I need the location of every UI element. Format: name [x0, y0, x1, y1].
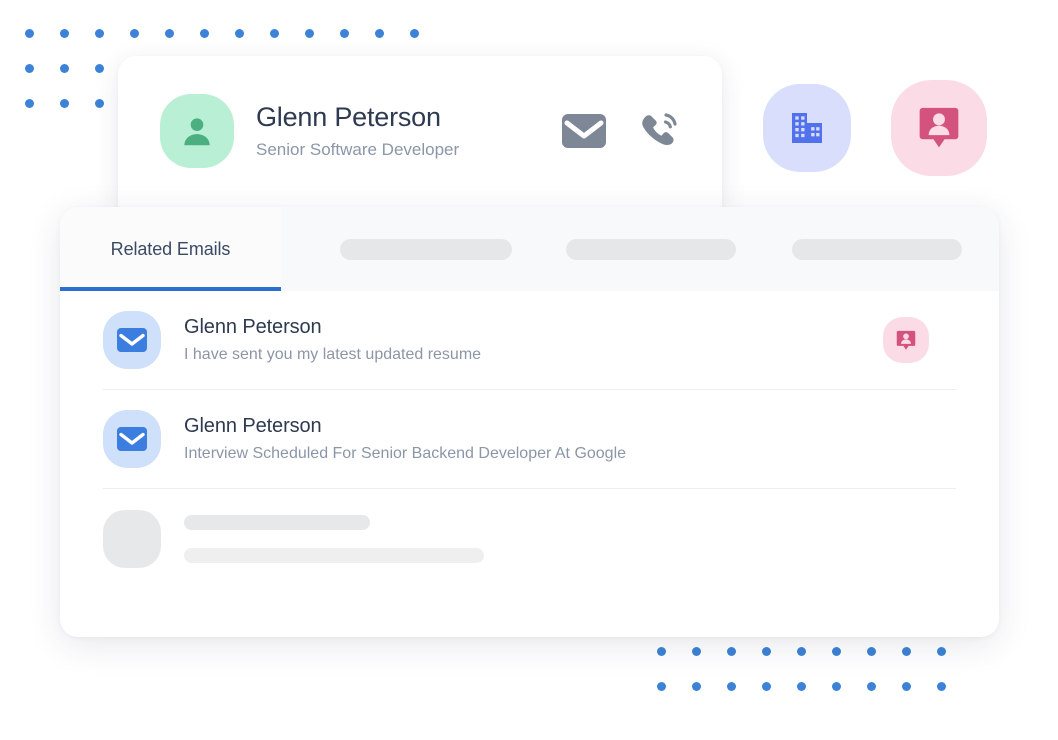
placeholder-text-block: [184, 514, 484, 563]
decorative-dot: [60, 64, 69, 73]
envelope-icon: [117, 427, 147, 451]
decorative-dot: [235, 29, 244, 38]
contact-name: Glenn Peterson: [256, 101, 441, 132]
decorative-dot: [657, 682, 666, 691]
person-icon: [184, 118, 210, 146]
decorative-dot: [727, 682, 736, 691]
placeholder-avatar: [103, 509, 161, 568]
tab-active-underline: [60, 287, 281, 291]
email-subject: I have sent you my latest updated resume: [184, 346, 482, 364]
decorative-dot: [762, 647, 771, 656]
contact-card-icon: [896, 330, 916, 350]
contact-job-title: Senior Software Developer: [256, 140, 460, 160]
email-text-block: Glenn Peterson I have sent you my latest…: [184, 314, 883, 366]
decorative-dot: [270, 29, 279, 38]
decorative-dot: [657, 647, 666, 656]
email-envelope-tile: [103, 410, 161, 468]
screen: Glenn Peterson Senior Software Developer: [0, 0, 1058, 740]
tab-related-emails-label: Related Emails: [110, 238, 231, 259]
decorative-dot: [95, 99, 104, 108]
email-text-block: Glenn Peterson Interview Scheduled For S…: [184, 413, 956, 465]
decorative-dot: [25, 64, 34, 73]
decorative-dot: [200, 29, 209, 38]
decorative-dot: [165, 29, 174, 38]
decorative-dot: [130, 29, 139, 38]
email-contact-badge[interactable]: [883, 317, 929, 363]
badge-contact[interactable]: [891, 80, 987, 176]
contact-card-row: Glenn Peterson Senior Software Developer: [118, 56, 722, 168]
email-list-item[interactable]: Glenn Peterson Interview Scheduled For S…: [103, 390, 956, 489]
email-envelope-tile: [103, 311, 161, 369]
decorative-dot: [692, 682, 701, 691]
placeholder-line-primary: [184, 514, 370, 530]
tab-placeholder-1[interactable]: [340, 238, 512, 260]
email-sender: Glenn Peterson: [184, 415, 322, 438]
decorative-dot: [937, 682, 946, 691]
tab-related-emails[interactable]: Related Emails: [60, 207, 281, 291]
decorative-dot: [340, 29, 349, 38]
decorative-dot: [867, 682, 876, 691]
tab-placeholder-3[interactable]: [792, 238, 962, 260]
decorative-dot: [95, 29, 104, 38]
envelope-icon: [117, 328, 147, 352]
badge-company[interactable]: [763, 84, 851, 172]
email-subject: Interview Scheduled For Senior Backend D…: [184, 445, 627, 463]
contact-action-buttons: [562, 109, 684, 153]
decorative-dot: [60, 99, 69, 108]
decorative-dot: [375, 29, 384, 38]
contact-avatar: [160, 94, 234, 168]
phone-ring-icon[interactable]: [638, 109, 684, 153]
contact-text-block: Glenn Peterson Senior Software Developer: [256, 101, 562, 162]
decorative-dot: [60, 29, 69, 38]
office-building-icon: [792, 113, 822, 143]
decorative-dot: [832, 647, 841, 656]
contact-card: Glenn Peterson Senior Software Developer: [118, 56, 722, 221]
decorative-dot: [902, 647, 911, 656]
tab-placeholder-2[interactable]: [566, 238, 736, 260]
decorative-dot: [95, 64, 104, 73]
email-list: Glenn Peterson I have sent you my latest…: [60, 291, 999, 588]
placeholder-line-secondary: [184, 547, 484, 563]
email-list-item-placeholder: [103, 489, 956, 588]
decorative-dot: [727, 647, 736, 656]
decorative-dot: [410, 29, 419, 38]
envelope-icon[interactable]: [562, 114, 606, 148]
decorative-dot: [832, 682, 841, 691]
decorative-dot: [902, 682, 911, 691]
decorative-dot: [797, 647, 806, 656]
email-sender: Glenn Peterson: [184, 316, 322, 339]
decorative-dot: [762, 682, 771, 691]
decorative-dot: [867, 647, 876, 656]
decorative-dot: [25, 99, 34, 108]
email-list-item[interactable]: Glenn Peterson I have sent you my latest…: [103, 291, 956, 390]
decorative-dot: [692, 647, 701, 656]
decorative-dot: [305, 29, 314, 38]
decorative-dot: [25, 29, 34, 38]
contact-card-icon: [919, 107, 959, 148]
tab-bar: Related Emails: [60, 207, 999, 291]
related-emails-panel: Related Emails Glenn Peterson I have sen…: [60, 207, 999, 637]
decorative-dot: [797, 682, 806, 691]
decorative-dot: [937, 647, 946, 656]
